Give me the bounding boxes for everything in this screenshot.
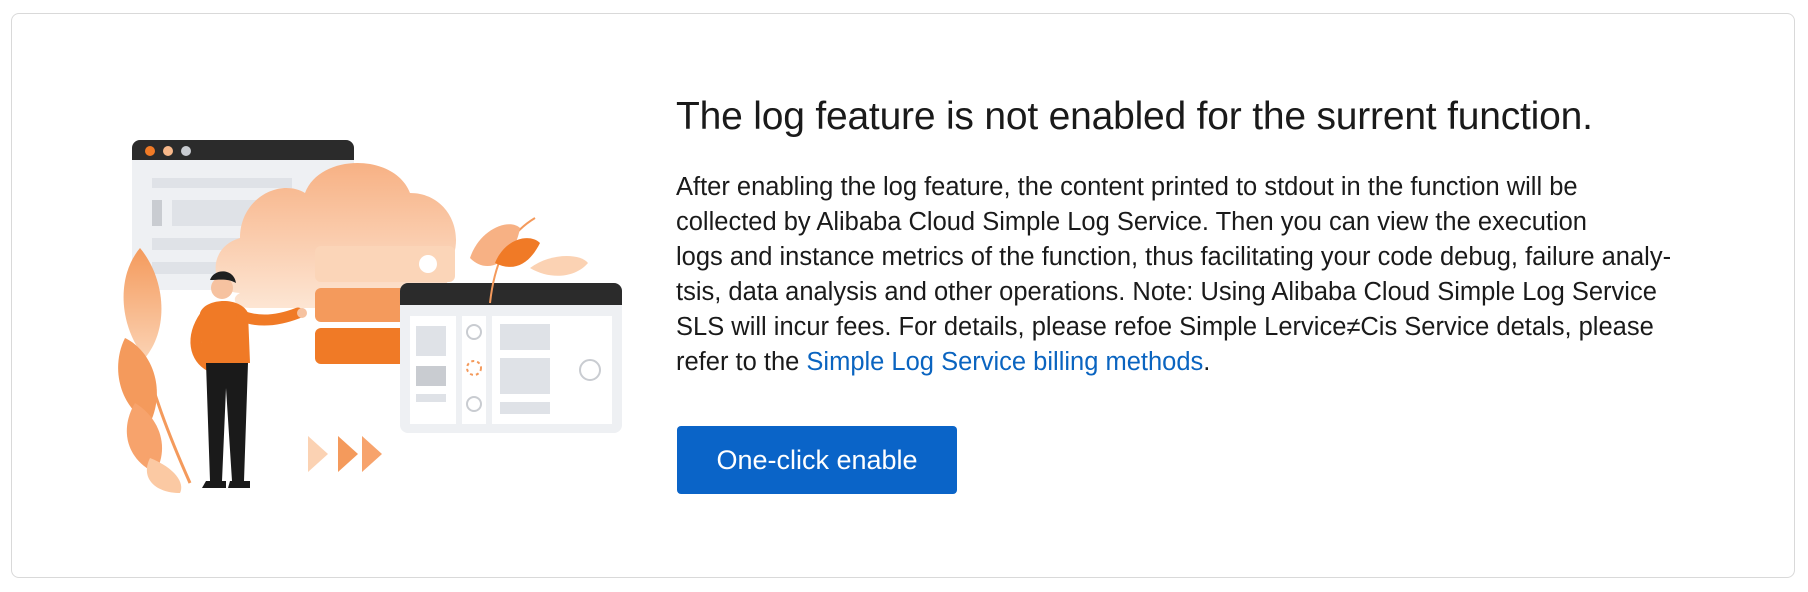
trailing-period: . <box>1203 348 1211 376</box>
one-click-enable-button[interactable]: One-click enable <box>677 426 957 494</box>
logging-illustration <box>118 140 622 493</box>
description-last-line: refer to the Simple Log Service billing … <box>676 345 1756 380</box>
description: After enabling the log feature, the cont… <box>676 170 1756 380</box>
description-line: tsis, data analysis and other operations… <box>676 278 1657 306</box>
description-line: refer to the <box>676 348 807 376</box>
description-line: SLS will incur fees. For details, please… <box>676 313 1654 341</box>
dashboard-window-icon <box>400 283 622 433</box>
billing-methods-link[interactable]: Simple Log Service billing methods <box>806 348 1203 376</box>
description-line: logs and instance metrics of the functio… <box>676 243 1672 271</box>
arrow-icon <box>308 436 382 472</box>
description-line: collected by Alibaba Cloud Simple Log Se… <box>676 208 1587 236</box>
page-title: The log feature is not enabled for the s… <box>676 95 1593 138</box>
description-line: After enabling the log feature, the cont… <box>676 173 1578 201</box>
message-content: The log feature is not enabled for the s… <box>676 92 1756 380</box>
